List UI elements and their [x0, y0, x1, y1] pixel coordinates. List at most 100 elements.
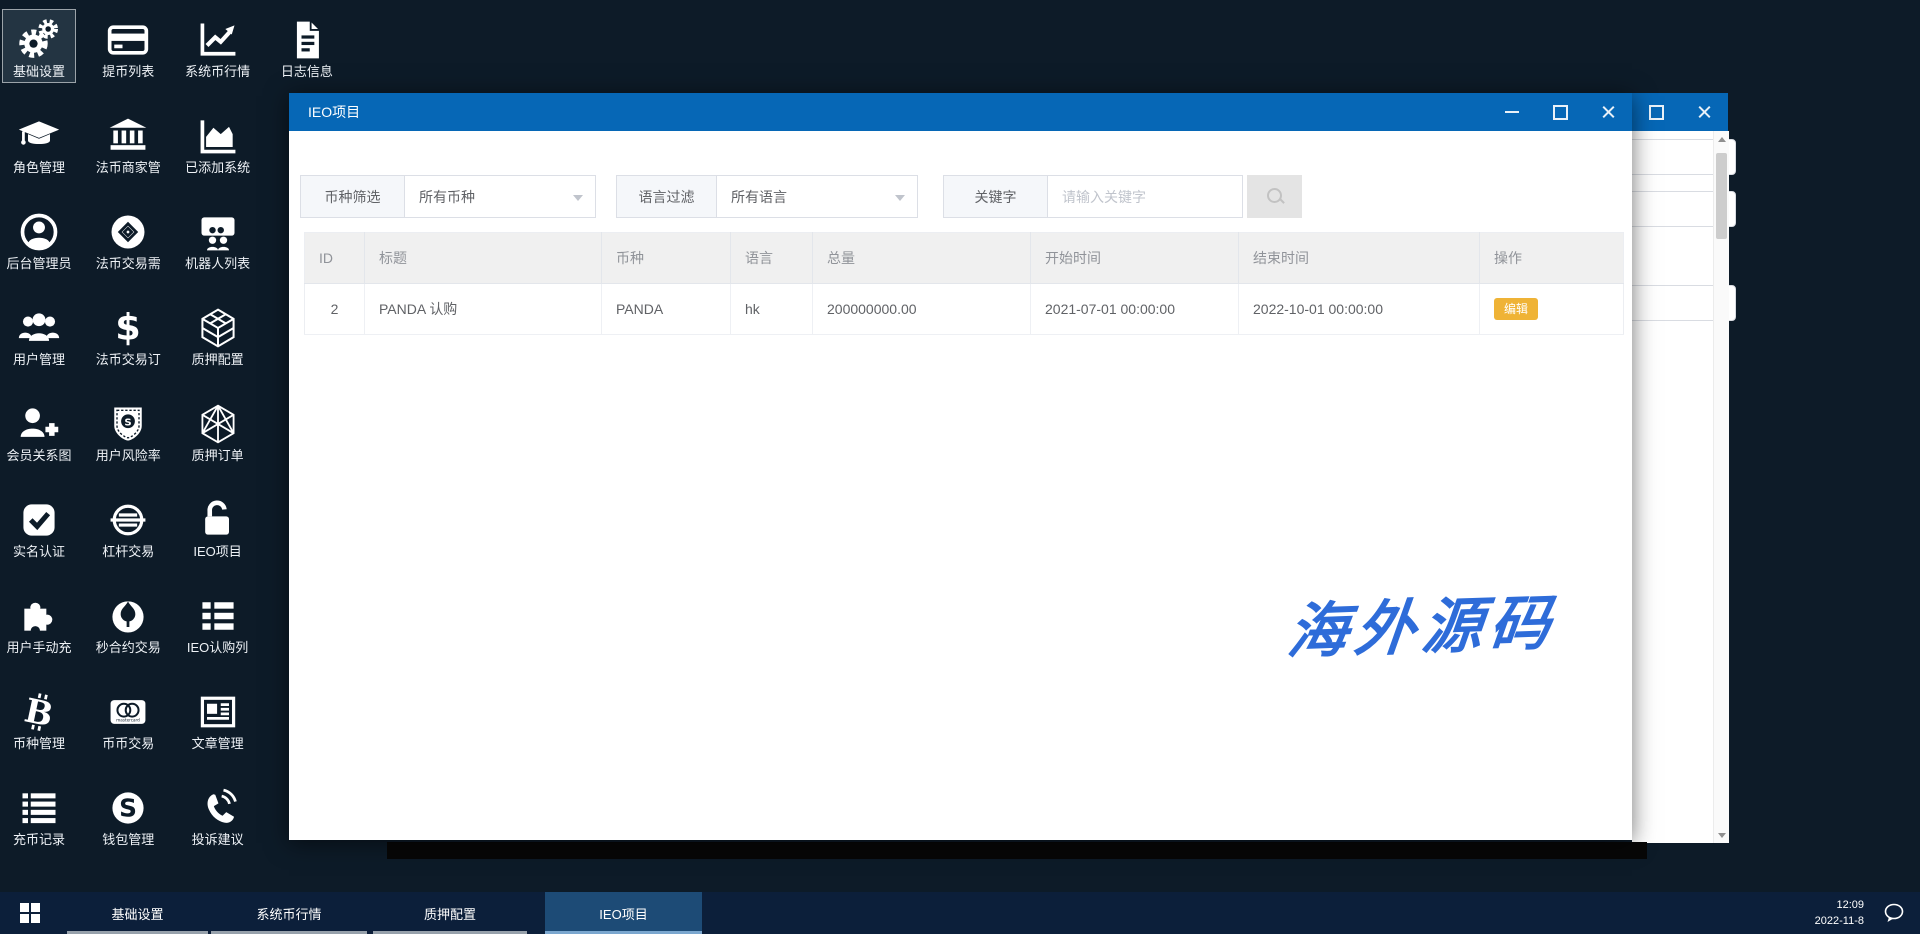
window-content: 币种筛选 所有币种 语言过滤 所有语言 关键字 请输入关键字 ID 标题 币种 …	[289, 131, 1632, 840]
maximize-icon[interactable]	[1536, 93, 1584, 131]
desktop-icon-tile[interactable]: 日志信息	[270, 9, 344, 83]
language-filter-select[interactable]: 所有语言	[716, 175, 918, 218]
taskbar-item[interactable]: 基础设置	[67, 892, 208, 934]
currency-filter-select[interactable]: 所有币种	[404, 175, 596, 218]
area-chart-icon	[196, 111, 240, 161]
desktop-icon-tile[interactable]: 机器人列表	[181, 201, 255, 275]
desktop-icon-tile[interactable]: 法币商家管	[91, 105, 165, 179]
table-header-cell: 标题	[364, 232, 602, 284]
phone-icon	[196, 783, 240, 833]
search-button[interactable]	[1247, 175, 1302, 218]
lattice-icon	[196, 399, 240, 449]
background-window	[1432, 93, 1736, 843]
table-cell-start: 2021-07-01 00:00:00	[1030, 283, 1239, 335]
scroll-up-icon[interactable]	[1714, 131, 1729, 147]
desktop-icon-tile[interactable]: 会员关系图	[2, 393, 76, 467]
taskbar-item[interactable]: IEO项目	[545, 892, 702, 934]
desktop-icon-tile[interactable]: mastercard 币币交易	[91, 681, 165, 755]
desktop-icon-tile[interactable]: $ 法币交易订	[91, 297, 165, 371]
desktop-icon-tile[interactable]: S 用户风险率	[91, 393, 165, 467]
desktop-icon-label: 法币交易需	[95, 256, 161, 271]
table-header-cell: 语言	[730, 232, 813, 284]
desktop-icon-tile[interactable]: S 钱包管理	[91, 777, 165, 851]
desktop-icon-tile[interactable]: 实名认证	[2, 489, 76, 563]
desktop-icon-label: 币币交易	[102, 736, 155, 751]
desktop-icon-tile[interactable]: 投诉建议	[181, 777, 255, 851]
line-chart-icon	[196, 15, 240, 65]
taskbar-item[interactable]: 质押配置	[373, 892, 527, 934]
start-button[interactable]	[10, 892, 50, 934]
desktop-icon-label: 充币记录	[12, 832, 65, 847]
records-list-icon	[17, 783, 61, 833]
desktop-icon-tile[interactable]: 法币交易需	[91, 201, 165, 275]
desktop-icon-tile[interactable]: IEO认购列	[181, 585, 255, 659]
desktop-icon-label: 会员关系图	[6, 448, 72, 463]
credit-card-icon	[106, 15, 150, 65]
minimize-icon[interactable]	[1488, 93, 1536, 131]
desktop-icon-tile[interactable]: 充币记录	[2, 777, 76, 851]
desktop-icon-tile[interactable]: 系统币行情	[181, 9, 255, 83]
desktop-icon-label: 实名认证	[12, 544, 65, 559]
taskbar-item[interactable]: 系统币行情	[211, 892, 367, 934]
edit-button[interactable]: 编辑	[1494, 298, 1539, 320]
desktop-icon-label: 文章管理	[191, 736, 244, 751]
close-icon[interactable]	[1584, 93, 1632, 131]
ieo-project-window: IEO项目 币种筛选 所有币种 语言过滤 所有语言 关键字 请输入关键字 ID …	[289, 93, 1632, 840]
desktop-icon-tile[interactable]: 已添加系统	[181, 105, 255, 179]
desktop-icon-tile[interactable]: 质押订单	[181, 393, 255, 467]
subscribe-list-icon	[196, 591, 240, 641]
desktop-icon-label: 质押订单	[191, 448, 244, 463]
table-header-cell: 开始时间	[1030, 232, 1239, 284]
chevron-down-icon	[573, 195, 583, 201]
fiat-trade-icon	[106, 207, 150, 257]
taskbar-item-label: 质押配置	[423, 906, 476, 922]
ieo-table: ID 标题 币种 语言 总量 开始时间 结束时间 操作 2 PANDA 认购 PANDA hk 2000…	[304, 232, 1624, 335]
desktop-icon-tile[interactable]: 基础设置	[2, 9, 76, 83]
admin-user-icon	[17, 207, 61, 257]
desktop-icon-tile[interactable]: 质押配置	[181, 297, 255, 371]
desktop-icon-label: 提币列表	[102, 64, 155, 79]
chat-button[interactable]	[1882, 892, 1906, 934]
svg-text:S: S	[119, 793, 137, 822]
gears-icon	[17, 15, 61, 65]
desktop-icon-tile[interactable]: 用户管理	[2, 297, 76, 371]
desktop-icon-tile[interactable]: 后台管理员	[2, 201, 76, 275]
desktop-icon-tile[interactable]: 杠杆交易	[91, 489, 165, 563]
search-icon	[1265, 187, 1285, 207]
desktop-icon-label: 机器人列表	[185, 256, 251, 271]
scrollbar-thumb[interactable]	[1716, 153, 1727, 239]
maximize-icon[interactable]	[1632, 93, 1680, 131]
taskbar-item-label: 系统币行情	[256, 906, 322, 922]
newspaper-icon	[196, 687, 240, 737]
taskbar-item-label: 基础设置	[111, 906, 164, 922]
currency-filter-label: 币种筛选	[300, 175, 404, 218]
bank-icon	[106, 111, 150, 161]
user-plus-icon	[17, 399, 61, 449]
scrollbar[interactable]	[1713, 131, 1729, 843]
desktop-icon-label: 投诉建议	[191, 832, 244, 847]
table-header-cell: 操作	[1479, 232, 1624, 284]
table-header-cell: ID	[304, 232, 365, 284]
desktop-icon-tile[interactable]: 角色管理	[2, 105, 76, 179]
close-icon[interactable]	[1680, 93, 1728, 131]
desktop-icon-tile[interactable]: 用户手动充	[2, 585, 76, 659]
table-header-cell: 结束时间	[1238, 232, 1480, 284]
table-header-cell: 总量	[812, 232, 1031, 284]
desktop-icon-tile[interactable]: 秒合约交易	[91, 585, 165, 659]
language-filter-group: 语言过滤 所有语言	[616, 175, 918, 218]
bitcoin-icon: B	[17, 687, 61, 737]
scroll-down-icon[interactable]	[1714, 827, 1729, 843]
desktop-icon-tile[interactable]: 文章管理	[181, 681, 255, 755]
chevron-down-icon	[895, 195, 905, 201]
dollar-icon: $	[106, 303, 150, 353]
desktop-icon-tile[interactable]: IEO项目	[181, 489, 255, 563]
keyword-input[interactable]	[1047, 175, 1243, 218]
desktop-icon-label: 钱包管理	[102, 832, 155, 847]
svg-text:S: S	[125, 417, 132, 428]
currency-filter-value: 所有币种	[419, 188, 475, 205]
desktop-icon-tile[interactable]: 提币列表	[91, 9, 165, 83]
table-cell-end: 2022-10-01 00:00:00	[1238, 283, 1480, 335]
svg-text:$: $	[116, 306, 142, 349]
desktop-icon-tile[interactable]: B 币种管理	[2, 681, 76, 755]
padlock-icon	[196, 495, 240, 545]
